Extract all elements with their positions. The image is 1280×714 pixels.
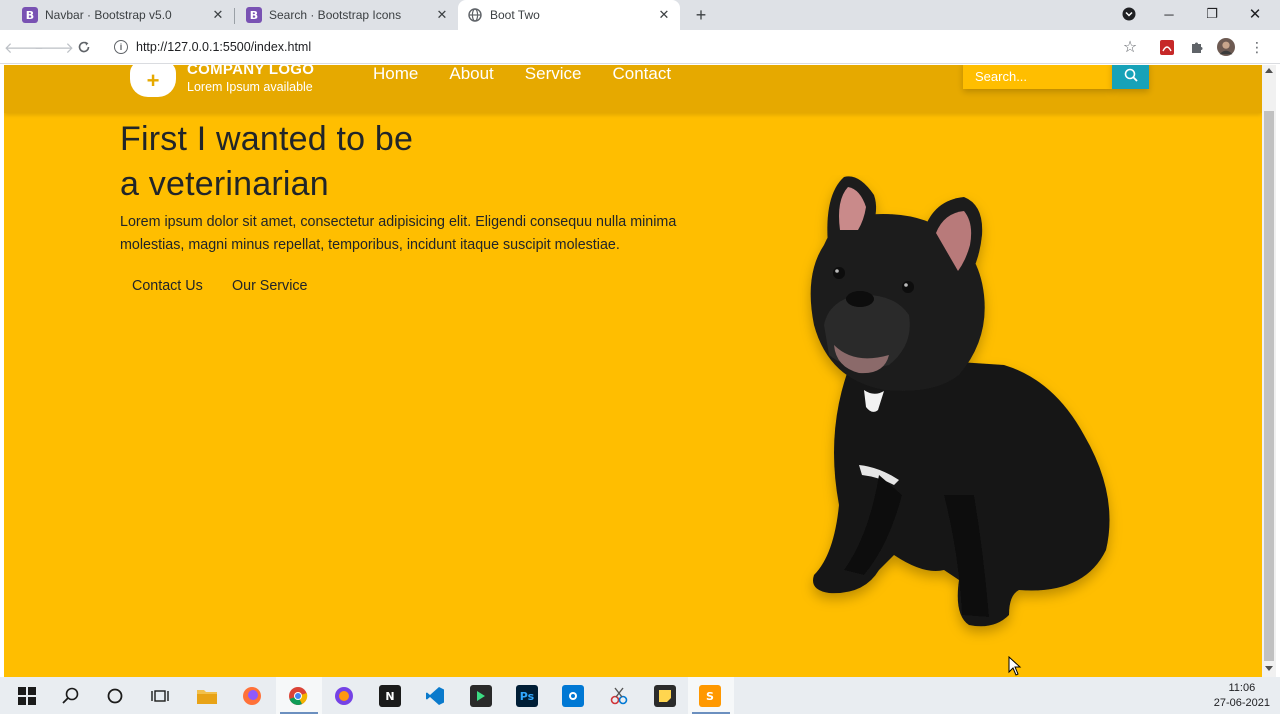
tab-navbar-bootstrap[interactable]: B Navbar · Bootstrap v5.0 ✕: [0, 0, 234, 30]
tab-strip: B Navbar · Bootstrap v5.0 ✕ B Search · B…: [0, 0, 1280, 30]
tab-search-dropdown-icon[interactable]: [1118, 4, 1140, 24]
bootstrap-icon: B: [22, 7, 38, 23]
scroll-up-arrow-icon[interactable]: [1265, 68, 1273, 73]
file-explorer-icon[interactable]: [196, 685, 218, 707]
new-tab-button[interactable]: +: [692, 5, 710, 25]
address-bar[interactable]: i http://127.0.0.1:5500/index.html: [110, 33, 1144, 61]
firefox-developer-icon[interactable]: [333, 685, 355, 707]
vscode-icon[interactable]: [424, 685, 446, 707]
french-bulldog-image: [784, 175, 1124, 650]
scroll-down-arrow-icon[interactable]: [1265, 666, 1273, 671]
hero-paragraph: Lorem ipsum dolor sit amet, consectetur …: [120, 214, 677, 253]
clock-date: 27-06-2021: [1213, 697, 1270, 709]
minimize-button[interactable]: ─: [1158, 4, 1180, 24]
page-scrollbar[interactable]: [1262, 65, 1276, 677]
tab-title: Boot Two: [490, 8, 540, 22]
logo-subtitle: Lorem Ipsum available: [187, 80, 313, 94]
scroll-thumb[interactable]: [1264, 111, 1274, 661]
bootstrap-icon: B: [246, 7, 262, 23]
hero-title-line-1: First I wanted to be: [120, 120, 414, 158]
nav-link-home[interactable]: Home: [373, 65, 418, 85]
close-icon[interactable]: ✕: [434, 7, 450, 23]
clock-time: 11:06: [1228, 682, 1256, 694]
forward-icon[interactable]: 🡒: [34, 38, 74, 57]
hero-title: First I wanted to be a veterinarian: [120, 117, 540, 207]
extensions-puzzle-icon[interactable]: [1188, 38, 1206, 56]
site-navbar: + COMPANY LOGO Lorem Ipsum available Hom…: [4, 65, 1262, 113]
notion-icon[interactable]: N: [379, 685, 401, 707]
task-view-icon[interactable]: [149, 685, 171, 707]
close-icon[interactable]: ✕: [656, 7, 672, 23]
bookmark-star-icon[interactable]: ☆: [1121, 38, 1139, 56]
sublime-text-icon[interactable]: S: [699, 685, 721, 707]
nav-link-service[interactable]: Service: [525, 65, 582, 85]
reload-icon[interactable]: [75, 38, 93, 56]
logo-icon[interactable]: +: [130, 65, 176, 97]
browser-menu-icon[interactable]: ⋮: [1248, 38, 1266, 56]
our-service-button[interactable]: Our Service: [232, 278, 307, 294]
windows-start-icon[interactable]: [16, 685, 38, 707]
back-icon[interactable]: 🡐: [4, 38, 44, 57]
snip-sketch-icon[interactable]: [608, 685, 630, 707]
sticky-notes-icon[interactable]: [654, 685, 676, 707]
photoshop-icon[interactable]: Ps: [516, 685, 538, 707]
cortana-icon[interactable]: [104, 685, 126, 707]
url-text: http://127.0.0.1:5500/index.html: [136, 40, 312, 54]
restore-button[interactable]: ❐: [1201, 4, 1223, 24]
info-icon[interactable]: i: [114, 40, 128, 54]
globe-icon: [468, 8, 482, 22]
nav-links: Home About Service Contact: [373, 65, 702, 85]
tab-boot-two[interactable]: Boot Two ✕: [458, 0, 680, 30]
pdf-extension-icon[interactable]: [1158, 38, 1176, 56]
camera-app-icon[interactable]: [562, 685, 584, 707]
firefox-icon[interactable]: [241, 685, 263, 707]
search-icon[interactable]: [60, 685, 82, 707]
browser-toolbar: 🡐 🡒 i http://127.0.0.1:5500/index.html ☆…: [0, 30, 1280, 64]
profile-avatar[interactable]: [1217, 38, 1235, 56]
window-close-button[interactable]: ✕: [1244, 4, 1266, 24]
page-viewport: + COMPANY LOGO Lorem Ipsum available Hom…: [4, 65, 1262, 677]
logo-title[interactable]: COMPANY LOGO: [187, 65, 314, 78]
tab-title: Search · Bootstrap Icons: [269, 8, 402, 22]
search-button[interactable]: [1112, 65, 1149, 89]
tab-search-bootstrap-icons[interactable]: B Search · Bootstrap Icons ✕: [224, 0, 458, 30]
windows-taskbar: N Ps S 11:06 27-06-2021: [0, 677, 1280, 714]
nav-link-contact[interactable]: Contact: [612, 65, 671, 85]
tab-title: Navbar · Bootstrap v5.0: [45, 8, 172, 22]
hero-title-line-2: a veterinarian: [120, 165, 329, 203]
search-icon: [1124, 68, 1138, 82]
taskbar-clock[interactable]: 11:06 27-06-2021: [1214, 681, 1270, 711]
contact-us-button[interactable]: Contact Us: [132, 278, 203, 294]
terminal-app-icon[interactable]: [470, 685, 492, 707]
search-input[interactable]: Search...: [963, 65, 1112, 89]
nav-link-about[interactable]: About: [449, 65, 493, 85]
chrome-icon[interactable]: [287, 685, 309, 707]
